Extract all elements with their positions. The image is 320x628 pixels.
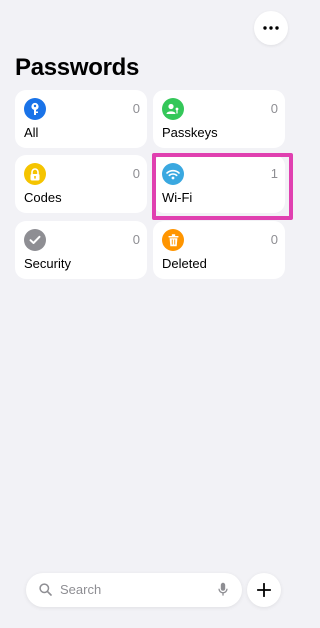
more-button[interactable] [254, 11, 288, 45]
trash-icon [162, 229, 184, 251]
tile-label: Wi-Fi [162, 190, 193, 205]
category-tile-passkeys[interactable]: 0 Passkeys [153, 90, 285, 148]
tile-count: 0 [270, 232, 278, 247]
microphone-icon[interactable] [218, 582, 228, 597]
tile-label: Security [24, 256, 71, 271]
ellipsis-icon [263, 26, 279, 30]
tile-label: Passkeys [162, 125, 218, 140]
tile-count: 0 [132, 232, 140, 247]
search-input[interactable]: Search [60, 582, 101, 597]
category-tile-all[interactable]: 0 All [15, 90, 147, 148]
lock-code-icon [24, 163, 46, 185]
tile-count: 0 [132, 166, 140, 181]
category-tile-wifi[interactable]: 1 Wi-Fi [153, 155, 285, 213]
wifi-icon [162, 163, 184, 185]
tile-label: Deleted [162, 256, 207, 271]
key-icon [24, 98, 46, 120]
tile-count: 1 [270, 166, 278, 181]
add-button[interactable] [247, 573, 281, 607]
tile-count: 0 [132, 101, 140, 116]
plus-icon [257, 583, 271, 597]
checkmark-icon [24, 229, 46, 251]
category-tile-codes[interactable]: 0 Codes [15, 155, 147, 213]
person-badge-icon [162, 98, 184, 120]
tile-label: All [24, 125, 39, 140]
category-tile-security[interactable]: 0 Security [15, 221, 147, 279]
tile-label: Codes [24, 190, 62, 205]
search-bar[interactable]: Search [26, 573, 242, 607]
search-icon [39, 583, 52, 596]
category-tile-deleted[interactable]: 0 Deleted [153, 221, 285, 279]
tile-count: 0 [270, 101, 278, 116]
page-title: Passwords [15, 54, 140, 81]
